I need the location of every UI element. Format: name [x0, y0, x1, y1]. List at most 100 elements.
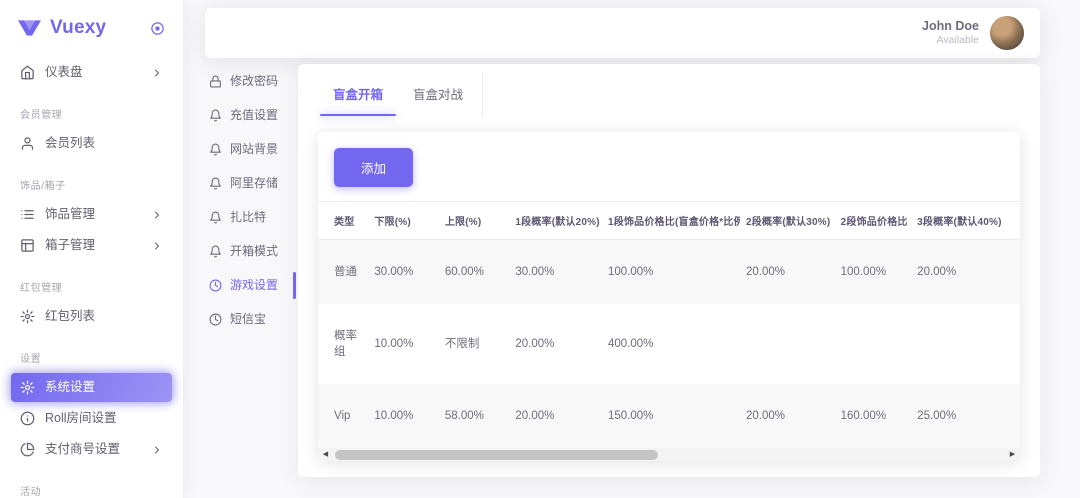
cell-lower-limit: 10.00%	[368, 304, 439, 384]
submenu-item-label: 扎比特	[230, 210, 266, 225]
cell-stage2-price-ratio: 160.00%	[835, 384, 912, 448]
sidebar-item-label: Roll房间设置	[45, 411, 117, 426]
cell-stage1-price-ratio: 400.00%	[602, 304, 740, 384]
sidebar-item-roll-room-settings[interactable]: Roll房间设置	[11, 404, 172, 433]
sidebar-item-label: 系统设置	[45, 380, 95, 395]
sidebar-item-label: 会员列表	[45, 136, 95, 151]
chevron-right-icon	[151, 67, 163, 79]
clock-icon	[209, 279, 222, 292]
table-row[interactable]: 普通 30.00% 60.00% 30.00% 100.00% 20.00% 1…	[318, 240, 1020, 305]
bell-icon	[209, 211, 222, 224]
cell-lower-limit: 10.00%	[368, 384, 439, 448]
sidebar-item-payment-merchant-settings[interactable]: 支付商号设置	[11, 435, 172, 464]
submenu-item-recharge-settings[interactable]: 充值设置	[209, 108, 298, 123]
info-icon	[20, 411, 35, 426]
tab-blindbox-battle[interactable]: 盲盒对战	[398, 72, 478, 116]
settings-table-panel: 添加 类型 下限(%) 上限(%) 1段概率(默认20%) 1段饰品价格比(盲盒…	[318, 132, 1020, 461]
cell-stage1-price-ratio: 150.00%	[602, 384, 740, 448]
submenu-item-label: 阿里存储	[230, 176, 278, 191]
scrollbar-track[interactable]	[333, 448, 1005, 461]
user-status: Available	[922, 34, 979, 47]
col-header-stage2-prob: 2段概率(默认30%)	[740, 202, 835, 240]
cell-stage2-prob: 20.00%	[740, 384, 835, 448]
chevron-right-icon	[151, 240, 163, 252]
cell-type: 概率组	[318, 304, 368, 384]
cell-stage1-prob: 20.00%	[509, 304, 602, 384]
submenu-item-label: 短信宝	[230, 312, 266, 327]
vuexy-logo-icon	[18, 20, 41, 36]
top-navbar: John Doe Available	[205, 8, 1040, 58]
sidebar-item-label: 箱子管理	[45, 238, 95, 253]
chevron-right-icon	[151, 444, 163, 456]
col-header-lower-limit: 下限(%)	[368, 202, 439, 240]
submenu-item-change-password[interactable]: 修改密码	[209, 74, 298, 89]
avatar[interactable]	[990, 16, 1024, 50]
sidebar-item-items-manage[interactable]: 饰品管理	[11, 200, 172, 229]
sidebar-item-member-list[interactable]: 会员列表	[11, 129, 172, 158]
col-header-stage2-price-ratio: 2段饰品价格比	[835, 202, 912, 240]
list-icon	[20, 207, 35, 222]
submenu-item-ali-storage[interactable]: 阿里存储	[209, 176, 298, 191]
submenu-item-sms-bao[interactable]: 短信宝	[209, 312, 298, 327]
submenu-item-open-box-mode[interactable]: 开箱模式	[209, 244, 298, 259]
user-name: John Doe	[922, 19, 979, 35]
sidebar-item-redpacket-list[interactable]: 红包列表	[11, 302, 172, 331]
sidebar-item-label: 支付商号设置	[45, 442, 120, 457]
table-header-row: 类型 下限(%) 上限(%) 1段概率(默认20%) 1段饰品价格比(盲盒价格*…	[318, 202, 1020, 240]
sidebar-section-activity: 活动	[11, 482, 172, 498]
submenu-item-label: 开箱模式	[230, 244, 278, 259]
brand-logo[interactable]: Vuexy	[18, 17, 106, 39]
submenu-item-game-settings[interactable]: 游戏设置	[209, 278, 298, 293]
user-meta: John Doe Available	[922, 19, 979, 48]
table-row[interactable]: Vip 10.00% 58.00% 20.00% 150.00% 20.00% …	[318, 384, 1020, 448]
cell-stage2-price-ratio	[835, 304, 912, 384]
layout-icon	[20, 238, 35, 253]
scroll-right-arrow-icon[interactable]: ▶	[1005, 448, 1020, 461]
clock-icon	[209, 313, 222, 326]
cell-upper-limit: 60.00%	[439, 240, 510, 305]
sidebar-section-redpacket: 红包管理	[11, 278, 172, 302]
add-button[interactable]: 添加	[334, 148, 413, 187]
sidebar-item-dashboard[interactable]: 仪表盘	[11, 58, 172, 87]
gear-icon	[20, 380, 35, 395]
brand-name: Vuexy	[50, 17, 106, 39]
sidebar-item-system-settings[interactable]: 系统设置	[11, 373, 172, 402]
sidebar-section-members: 会员管理	[11, 105, 172, 129]
sidebar-section-settings: 设置	[11, 349, 172, 373]
cell-type: 普通	[318, 240, 368, 305]
scrollbar-thumb[interactable]	[335, 450, 658, 460]
gear-icon	[20, 309, 35, 324]
col-header-stage1-price-ratio: 1段饰品价格比(盲盒价格*比例)	[602, 202, 740, 240]
lock-icon	[209, 75, 222, 88]
cell-stage2-prob	[740, 304, 835, 384]
sidebar: Vuexy 仪表盘 会员管理 会员列表 饰品/箱子	[0, 0, 183, 498]
cell-lower-limit: 30.00%	[368, 240, 439, 305]
cell-upper-limit: 58.00%	[439, 384, 510, 448]
game-settings-table: 类型 下限(%) 上限(%) 1段概率(默认20%) 1段饰品价格比(盲盒价格*…	[318, 201, 1020, 448]
submenu-item-site-background[interactable]: 网站背景	[209, 142, 298, 157]
sidebar-item-boxes-manage[interactable]: 箱子管理	[11, 231, 172, 260]
sidebar-item-label: 红包列表	[45, 309, 95, 324]
cell-stage2-price-ratio: 100.00%	[835, 240, 912, 305]
menu-pin-icon[interactable]	[150, 21, 165, 36]
main-card: 盲盒开箱 盲盒对战 添加 类型 下限(%) 上限(%) 1段概	[298, 64, 1040, 477]
col-header-upper-limit: 上限(%)	[439, 202, 510, 240]
submenu-item-label: 充值设置	[230, 108, 278, 123]
bell-icon	[209, 143, 222, 156]
submenu-item-zabit[interactable]: 扎比特	[209, 210, 298, 225]
scroll-left-arrow-icon[interactable]: ◀	[318, 448, 333, 461]
col-header-stage3-prob: 3段概率(默认40%)	[911, 202, 1020, 240]
cell-stage3-prob: 25.00%	[911, 384, 1020, 448]
table-row[interactable]: 概率组 10.00% 不限制 20.00% 400.00%	[318, 304, 1020, 384]
cell-stage1-price-ratio: 100.00%	[602, 240, 740, 305]
content-area: John Doe Available 修改密码 充值设置	[183, 0, 1080, 498]
sidebar-section-items-boxes: 饰品/箱子	[11, 176, 172, 200]
cell-stage3-prob	[911, 304, 1020, 384]
tab-blindbox-open[interactable]: 盲盒开箱	[318, 72, 398, 116]
bell-icon	[209, 109, 222, 122]
submenu-item-label: 修改密码	[230, 74, 278, 89]
sidebar-header: Vuexy	[0, 0, 183, 52]
tab-bar: 盲盒开箱 盲盒对战	[318, 72, 483, 116]
bell-icon	[209, 177, 222, 190]
settings-submenu: 修改密码 充值设置 网站背景 阿里存储	[183, 58, 298, 346]
